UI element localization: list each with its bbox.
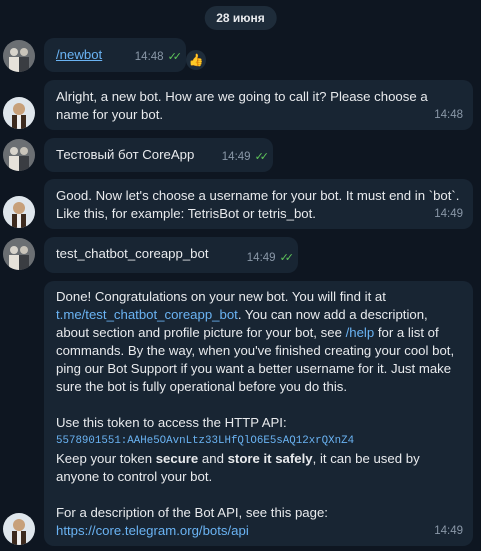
message-bubble-bot-name-prompt[interactable]: Alright, a new bot. How are we going to …: [44, 80, 473, 130]
message-time: 14:48: [134, 51, 164, 63]
message-bubble-newbot[interactable]: /newbot 14:48 ✓✓: [44, 38, 186, 72]
bot-avatar[interactable]: [3, 513, 35, 545]
message-paragraph-3: Keep your token secure and store it safe…: [56, 450, 461, 486]
message-time: 14:49: [246, 252, 276, 264]
help-command-link[interactable]: /help: [346, 325, 375, 340]
message-time: 14:49: [434, 525, 463, 537]
bot-link[interactable]: t.me/test_chatbot_coreapp_bot: [56, 307, 238, 322]
user-avatar[interactable]: [3, 40, 35, 72]
bold-text-store-safely: store it safely: [227, 451, 313, 466]
message-text: Keep your token: [56, 451, 156, 466]
user-avatar[interactable]: [3, 139, 35, 171]
message-meta: 14:49 ✓✓: [246, 249, 295, 267]
user-avatar[interactable]: [3, 238, 35, 270]
token-label: Use this token to access the HTTP API:: [56, 415, 287, 430]
bot-avatar[interactable]: [3, 196, 35, 228]
message-text: Done! Congratulations on your new bot. Y…: [56, 289, 386, 304]
thumbs-up-reaction-icon[interactable]: 👍: [186, 50, 206, 70]
message-meta: 14:48 ✓✓: [134, 48, 183, 66]
command-link-newbot[interactable]: /newbot: [56, 47, 102, 62]
message-time: 14:48: [434, 109, 463, 121]
read-checkmarks-icon: ✓✓: [167, 51, 183, 63]
api-docs-label: For a description of the Bot API, see th…: [56, 505, 328, 520]
message-meta: 14:49 ✓✓: [221, 148, 270, 166]
message-paragraph-1: Done! Congratulations on your new bot. Y…: [56, 288, 461, 396]
message-time: 14:49: [434, 208, 463, 220]
message-time: 14:49: [221, 151, 251, 163]
message-text: Good. Now let's choose a username for yo…: [56, 188, 464, 221]
message-text: Alright, a new bot. How are we going to …: [56, 89, 432, 122]
message-bubble-bot-created[interactable]: Done! Congratulations on your new bot. Y…: [44, 281, 473, 546]
bold-text-secure: secure: [155, 451, 199, 466]
message-bubble-bot-name[interactable]: Тестовый бот CoreApp 14:49 ✓✓: [44, 138, 273, 172]
read-checkmarks-icon: ✓✓: [254, 151, 270, 163]
api-docs-link[interactable]: https://core.telegram.org/bots/api: [56, 522, 461, 540]
api-token[interactable]: 5578901551:AAHe5OAvnLtz33LHfQlO6E5sAQ12x…: [56, 432, 461, 450]
message-bubble-username-prompt[interactable]: Good. Now let's choose a username for yo…: [44, 179, 473, 229]
bot-avatar[interactable]: [3, 97, 35, 129]
message-bubble-username[interactable]: test_chatbot_coreapp_bot 14:49 ✓✓: [44, 237, 298, 273]
date-separator: 28 июня: [204, 6, 277, 30]
read-checkmarks-icon: ✓✓: [279, 252, 295, 264]
message-text: and: [198, 451, 228, 466]
